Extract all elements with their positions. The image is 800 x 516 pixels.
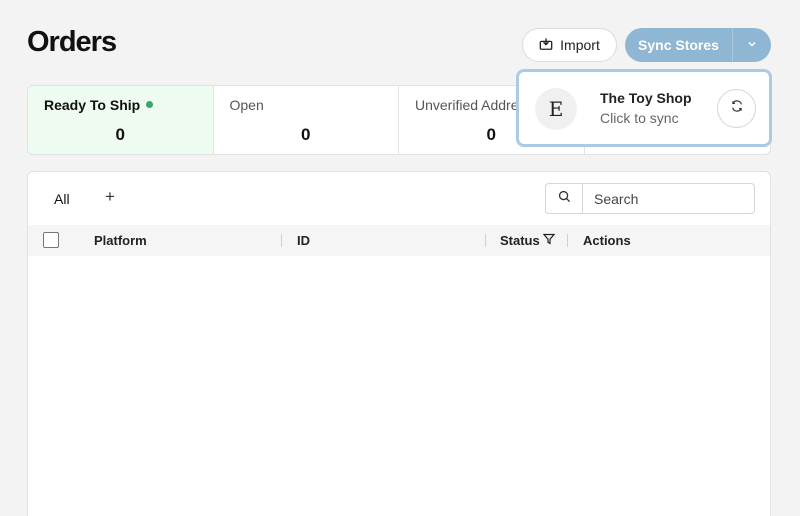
refresh-icon bbox=[730, 99, 744, 118]
column-resize-handle[interactable] bbox=[281, 234, 282, 247]
column-resize-handle[interactable] bbox=[567, 234, 568, 247]
stat-ready-to-ship[interactable]: Ready To Ship 0 bbox=[28, 86, 214, 154]
status-indicator-dot bbox=[146, 101, 154, 108]
search-button[interactable] bbox=[545, 183, 583, 214]
sync-stores-button[interactable]: Sync Stores bbox=[625, 28, 732, 62]
stat-value: 0 bbox=[301, 125, 311, 144]
tab-all[interactable]: All bbox=[54, 191, 70, 207]
stat-open[interactable]: Open 0 bbox=[214, 86, 399, 154]
page-title: Orders bbox=[27, 26, 117, 58]
sync-stores-popover: E The Toy Shop Click to sync bbox=[516, 69, 772, 147]
add-tab-button[interactable]: + bbox=[105, 187, 115, 207]
orders-table-card: All + Platform ID Status Actions bbox=[27, 171, 771, 516]
chevron-down-icon bbox=[747, 36, 757, 54]
filter-icon[interactable] bbox=[542, 233, 556, 248]
column-header-platform[interactable]: Platform bbox=[94, 233, 147, 248]
search-input[interactable] bbox=[582, 183, 755, 214]
column-header-actions: Actions bbox=[583, 233, 631, 248]
import-label: Import bbox=[560, 37, 600, 53]
store-logo: E bbox=[535, 88, 577, 130]
sync-stores-split-button: Sync Stores bbox=[625, 28, 771, 62]
select-all-checkbox[interactable] bbox=[43, 232, 59, 248]
sync-stores-dropdown-toggle[interactable] bbox=[733, 28, 771, 62]
stat-label: Ready To Ship bbox=[44, 97, 154, 113]
stat-label: Open bbox=[229, 97, 264, 113]
store-sync-button[interactable] bbox=[717, 89, 756, 128]
store-name[interactable]: The Toy Shop bbox=[600, 90, 692, 106]
column-header-id[interactable]: ID bbox=[297, 233, 310, 248]
store-sync-hint: Click to sync bbox=[600, 110, 679, 126]
table-header: Platform ID Status Actions bbox=[28, 225, 770, 256]
import-button[interactable]: Import bbox=[522, 28, 617, 62]
import-icon bbox=[539, 37, 553, 54]
search-icon bbox=[558, 190, 571, 208]
stat-value: 0 bbox=[115, 125, 125, 144]
column-header-status[interactable]: Status bbox=[500, 233, 540, 248]
column-resize-handle[interactable] bbox=[485, 234, 486, 247]
